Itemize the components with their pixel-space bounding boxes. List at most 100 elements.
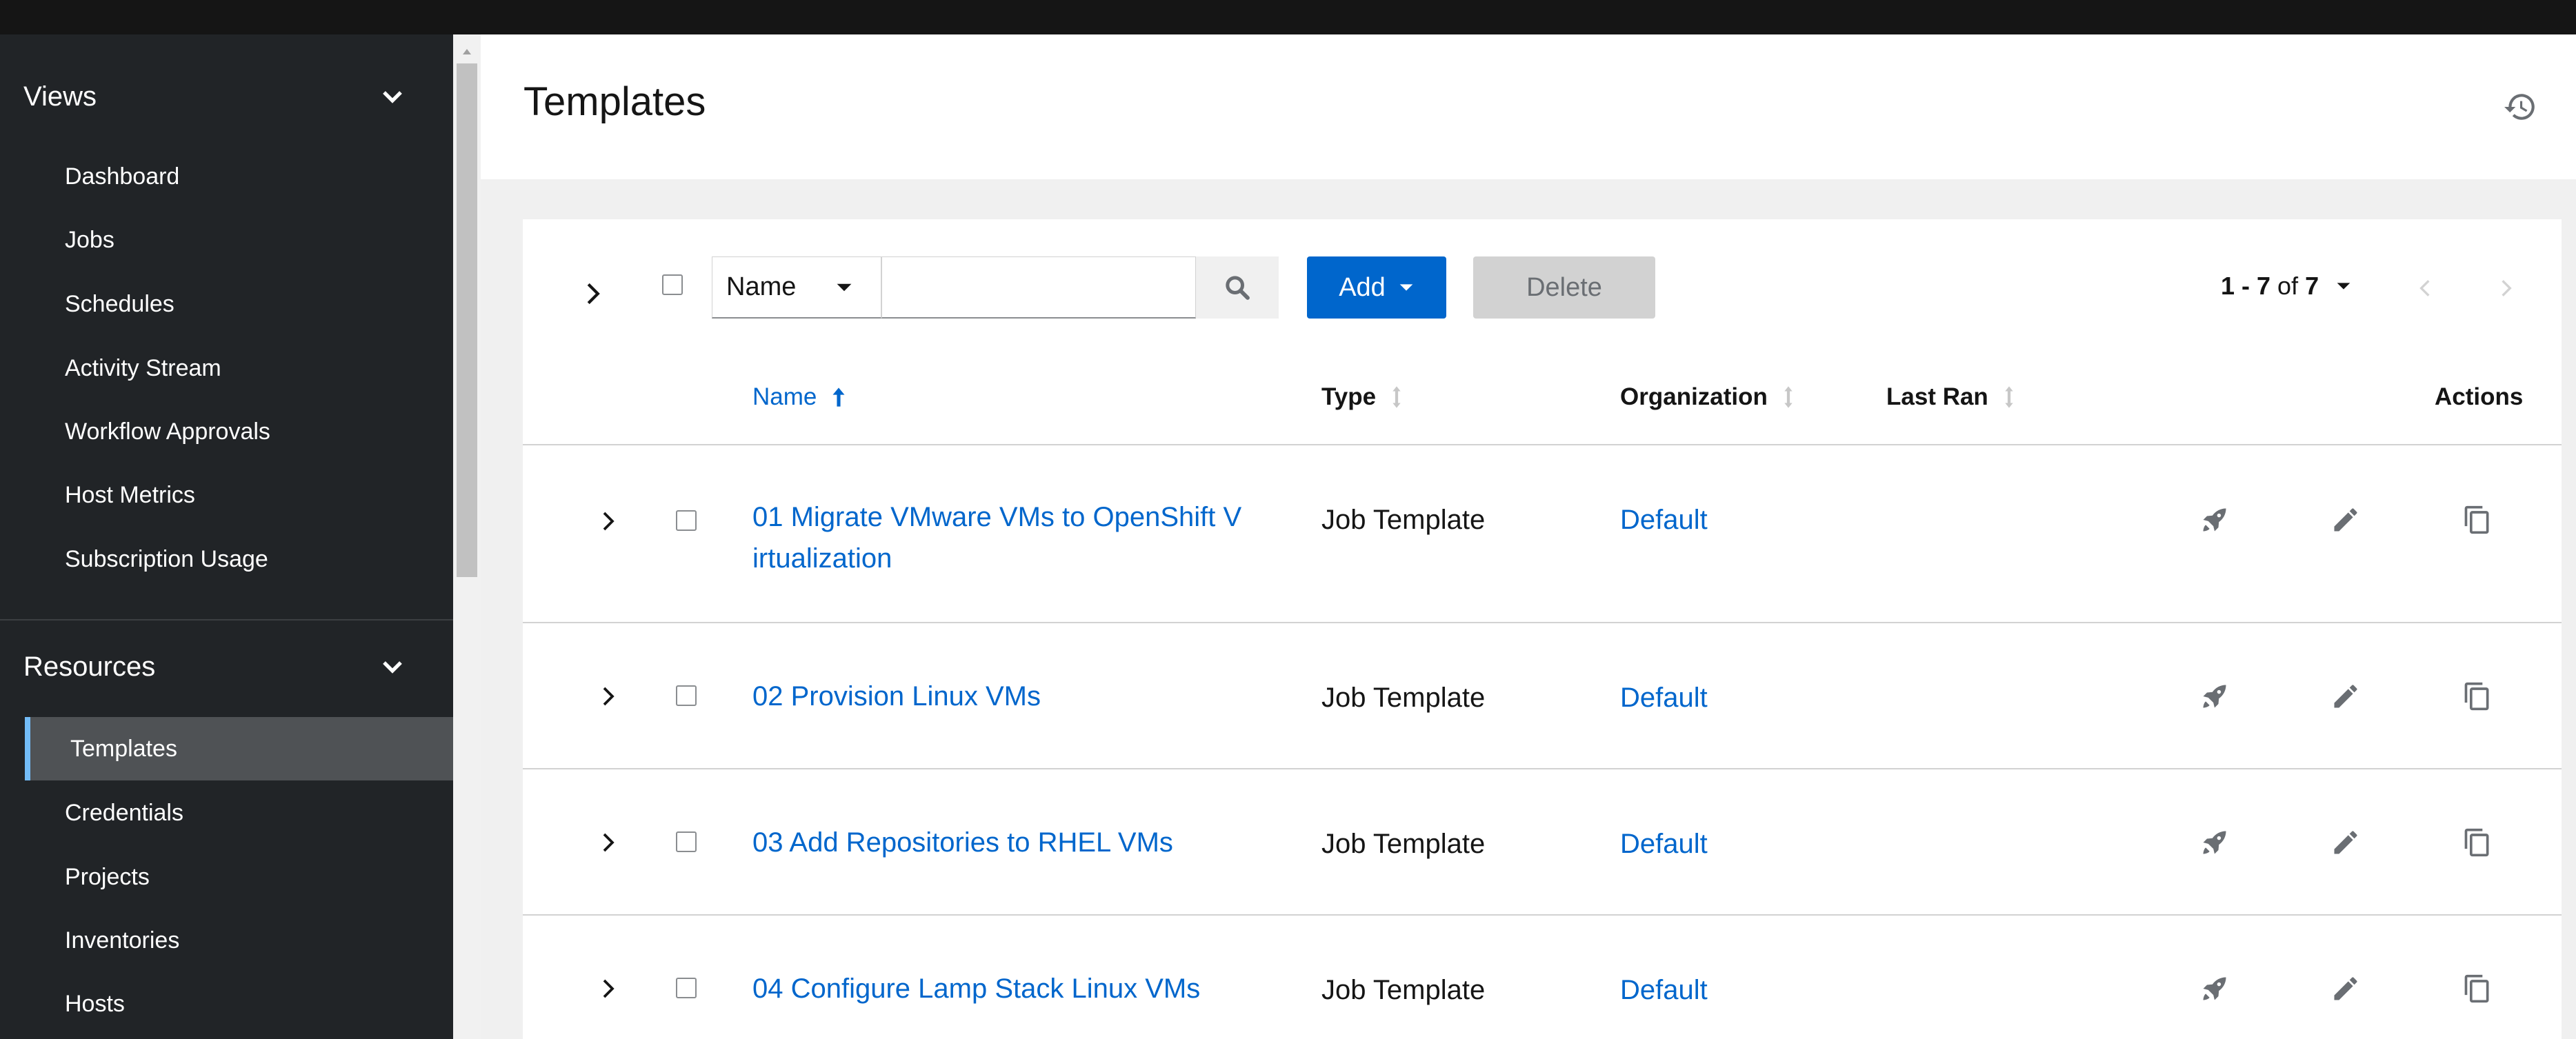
template-type: Job Template [1321,683,1486,713]
pagination-toggle[interactable]: 1 - 7 of 7 [2221,272,2352,301]
row-select-checkbox[interactable] [676,831,697,852]
sidebar-item-activity-stream[interactable]: Activity Stream [25,336,453,400]
nav-group-views[interactable]: Views [0,59,453,134]
template-name-link[interactable]: 02 Provision Linux VMs [752,676,1290,717]
table-row: 02 Provision Linux VMs Job Template Defa… [523,623,2562,769]
chevron-down-icon [380,654,405,679]
sidebar-item-projects[interactable]: Projects [25,845,453,909]
sidebar-item-label: Templates [70,735,177,762]
caret-down-icon [1399,284,1413,291]
row-select-checkbox[interactable] [676,978,697,998]
table-row: 04 Configure Lamp Stack Linux VMs Job Te… [523,916,2562,1039]
pagination-of: of [2277,272,2299,300]
nav-group-label: Views [23,81,97,112]
edit-pencil-icon[interactable] [2326,501,2365,539]
organization-link[interactable]: Default [1620,505,1708,536]
page-scrollbar[interactable] [453,34,481,1039]
nav-group-resources[interactable]: Resources [0,629,453,705]
launch-rocket-icon[interactable] [2195,501,2234,539]
add-button[interactable]: Add [1307,256,1446,319]
filter-attribute-select[interactable]: Name [712,256,881,319]
masthead [0,0,2576,34]
sidebar-item-label: Hosts [65,990,125,1017]
copy-icon[interactable] [2458,969,2497,1008]
search-button[interactable] [1196,256,1279,319]
column-header-organization[interactable]: Organization [1620,383,1795,411]
sidebar-item-workflow-approvals[interactable]: Workflow Approvals [25,400,453,463]
row-expand-toggle[interactable] [595,822,622,863]
sidebar-item-label: Workflow Approvals [65,418,270,445]
sidebar-item-schedules[interactable]: Schedules [25,272,453,336]
column-header-label: Last Ran [1886,383,1988,410]
page-header: Templates [481,34,2576,179]
edit-pencil-icon[interactable] [2326,677,2365,716]
column-header-label: Actions [2435,383,2524,410]
sidebar-nav: Views Dashboard Jobs Schedules Activity … [0,34,453,1039]
copy-icon[interactable] [2458,501,2497,539]
sidebar-item-jobs[interactable]: Jobs [25,208,453,272]
row-expand-toggle[interactable] [595,968,622,1009]
table-row: 03 Add Repositories to RHEL VMs Job Temp… [523,769,2562,916]
sidebar-item-subscription-usage[interactable]: Subscription Usage [25,527,453,591]
search-icon [1226,276,1250,300]
pagination-next-button[interactable] [2493,274,2520,302]
scrollbar-thumb[interactable] [457,63,477,577]
column-header-label: Name [752,383,817,410]
sidebar-item-inventories[interactable]: Inventories [25,909,453,972]
search-input[interactable] [881,256,1196,319]
launch-rocket-icon[interactable] [2195,677,2234,716]
expand-all-toggle[interactable] [579,273,607,314]
select-all-checkbox[interactable] [662,274,683,295]
column-header-type[interactable]: Type [1321,383,1404,411]
row-expand-toggle[interactable] [595,676,622,717]
delete-button-label: Delete [1526,272,1602,302]
sidebar-item-label: Credentials [65,799,183,826]
sort-icon [1392,386,1401,408]
edit-pencil-icon[interactable] [2326,823,2365,862]
sidebar-item-dashboard[interactable]: Dashboard [25,145,453,208]
column-header-label: Type [1321,383,1377,410]
column-header-last-ran[interactable]: Last Ran [1886,383,2016,411]
sidebar-item-label: Subscription Usage [65,545,268,572]
sidebar-item-label: Activity Stream [65,354,221,381]
row-expand-toggle[interactable] [595,501,622,542]
caret-down-icon [837,283,852,291]
organization-link[interactable]: Default [1620,829,1708,860]
template-type: Job Template [1321,505,1486,535]
pagination-total: 7 [2305,272,2319,300]
history-icon[interactable] [2503,90,2537,124]
template-name-link[interactable]: 04 Configure Lamp Stack Linux VMs [752,968,1290,1009]
sort-icon [2005,386,2013,408]
sort-ascending-icon [832,387,845,407]
organization-link[interactable]: Default [1620,975,1708,1006]
edit-pencil-icon[interactable] [2326,969,2365,1008]
nav-divider [0,619,453,621]
sidebar-item-label: Dashboard [65,163,180,190]
row-select-checkbox[interactable] [676,510,697,531]
sort-icon [1784,386,1793,408]
sidebar-item-label: Host Metrics [65,481,195,508]
sidebar-item-credentials[interactable]: Credentials [25,781,453,845]
sidebar-item-templates[interactable]: Templates [25,717,453,780]
column-header-label: Organization [1620,383,1768,410]
template-type: Job Template [1321,975,1486,1005]
copy-icon[interactable] [2458,677,2497,716]
pagination-prev-button[interactable] [2411,274,2439,302]
column-header-name[interactable]: Name [752,383,847,411]
sidebar-item-hosts[interactable]: Hosts [25,972,453,1036]
sidebar-item-label: Projects [65,863,150,890]
launch-rocket-icon[interactable] [2195,969,2234,1008]
copy-icon[interactable] [2458,823,2497,862]
launch-rocket-icon[interactable] [2195,823,2234,862]
delete-button[interactable]: Delete [1473,256,1655,319]
template-name-link[interactable]: 01 Migrate VMware VMs to OpenShift V irt… [752,496,1290,579]
table-row: 01 Migrate VMware VMs to OpenShift V irt… [523,445,2562,623]
sidebar-item-host-metrics[interactable]: Host Metrics [25,463,453,527]
template-type: Job Template [1321,829,1486,859]
sidebar-item-label: Schedules [65,290,174,317]
template-name-link[interactable]: 03 Add Repositories to RHEL VMs [752,822,1290,863]
page-title: Templates [523,79,706,124]
organization-link[interactable]: Default [1620,683,1708,714]
row-select-checkbox[interactable] [676,685,697,706]
scroll-up-arrow-icon[interactable] [453,41,481,62]
